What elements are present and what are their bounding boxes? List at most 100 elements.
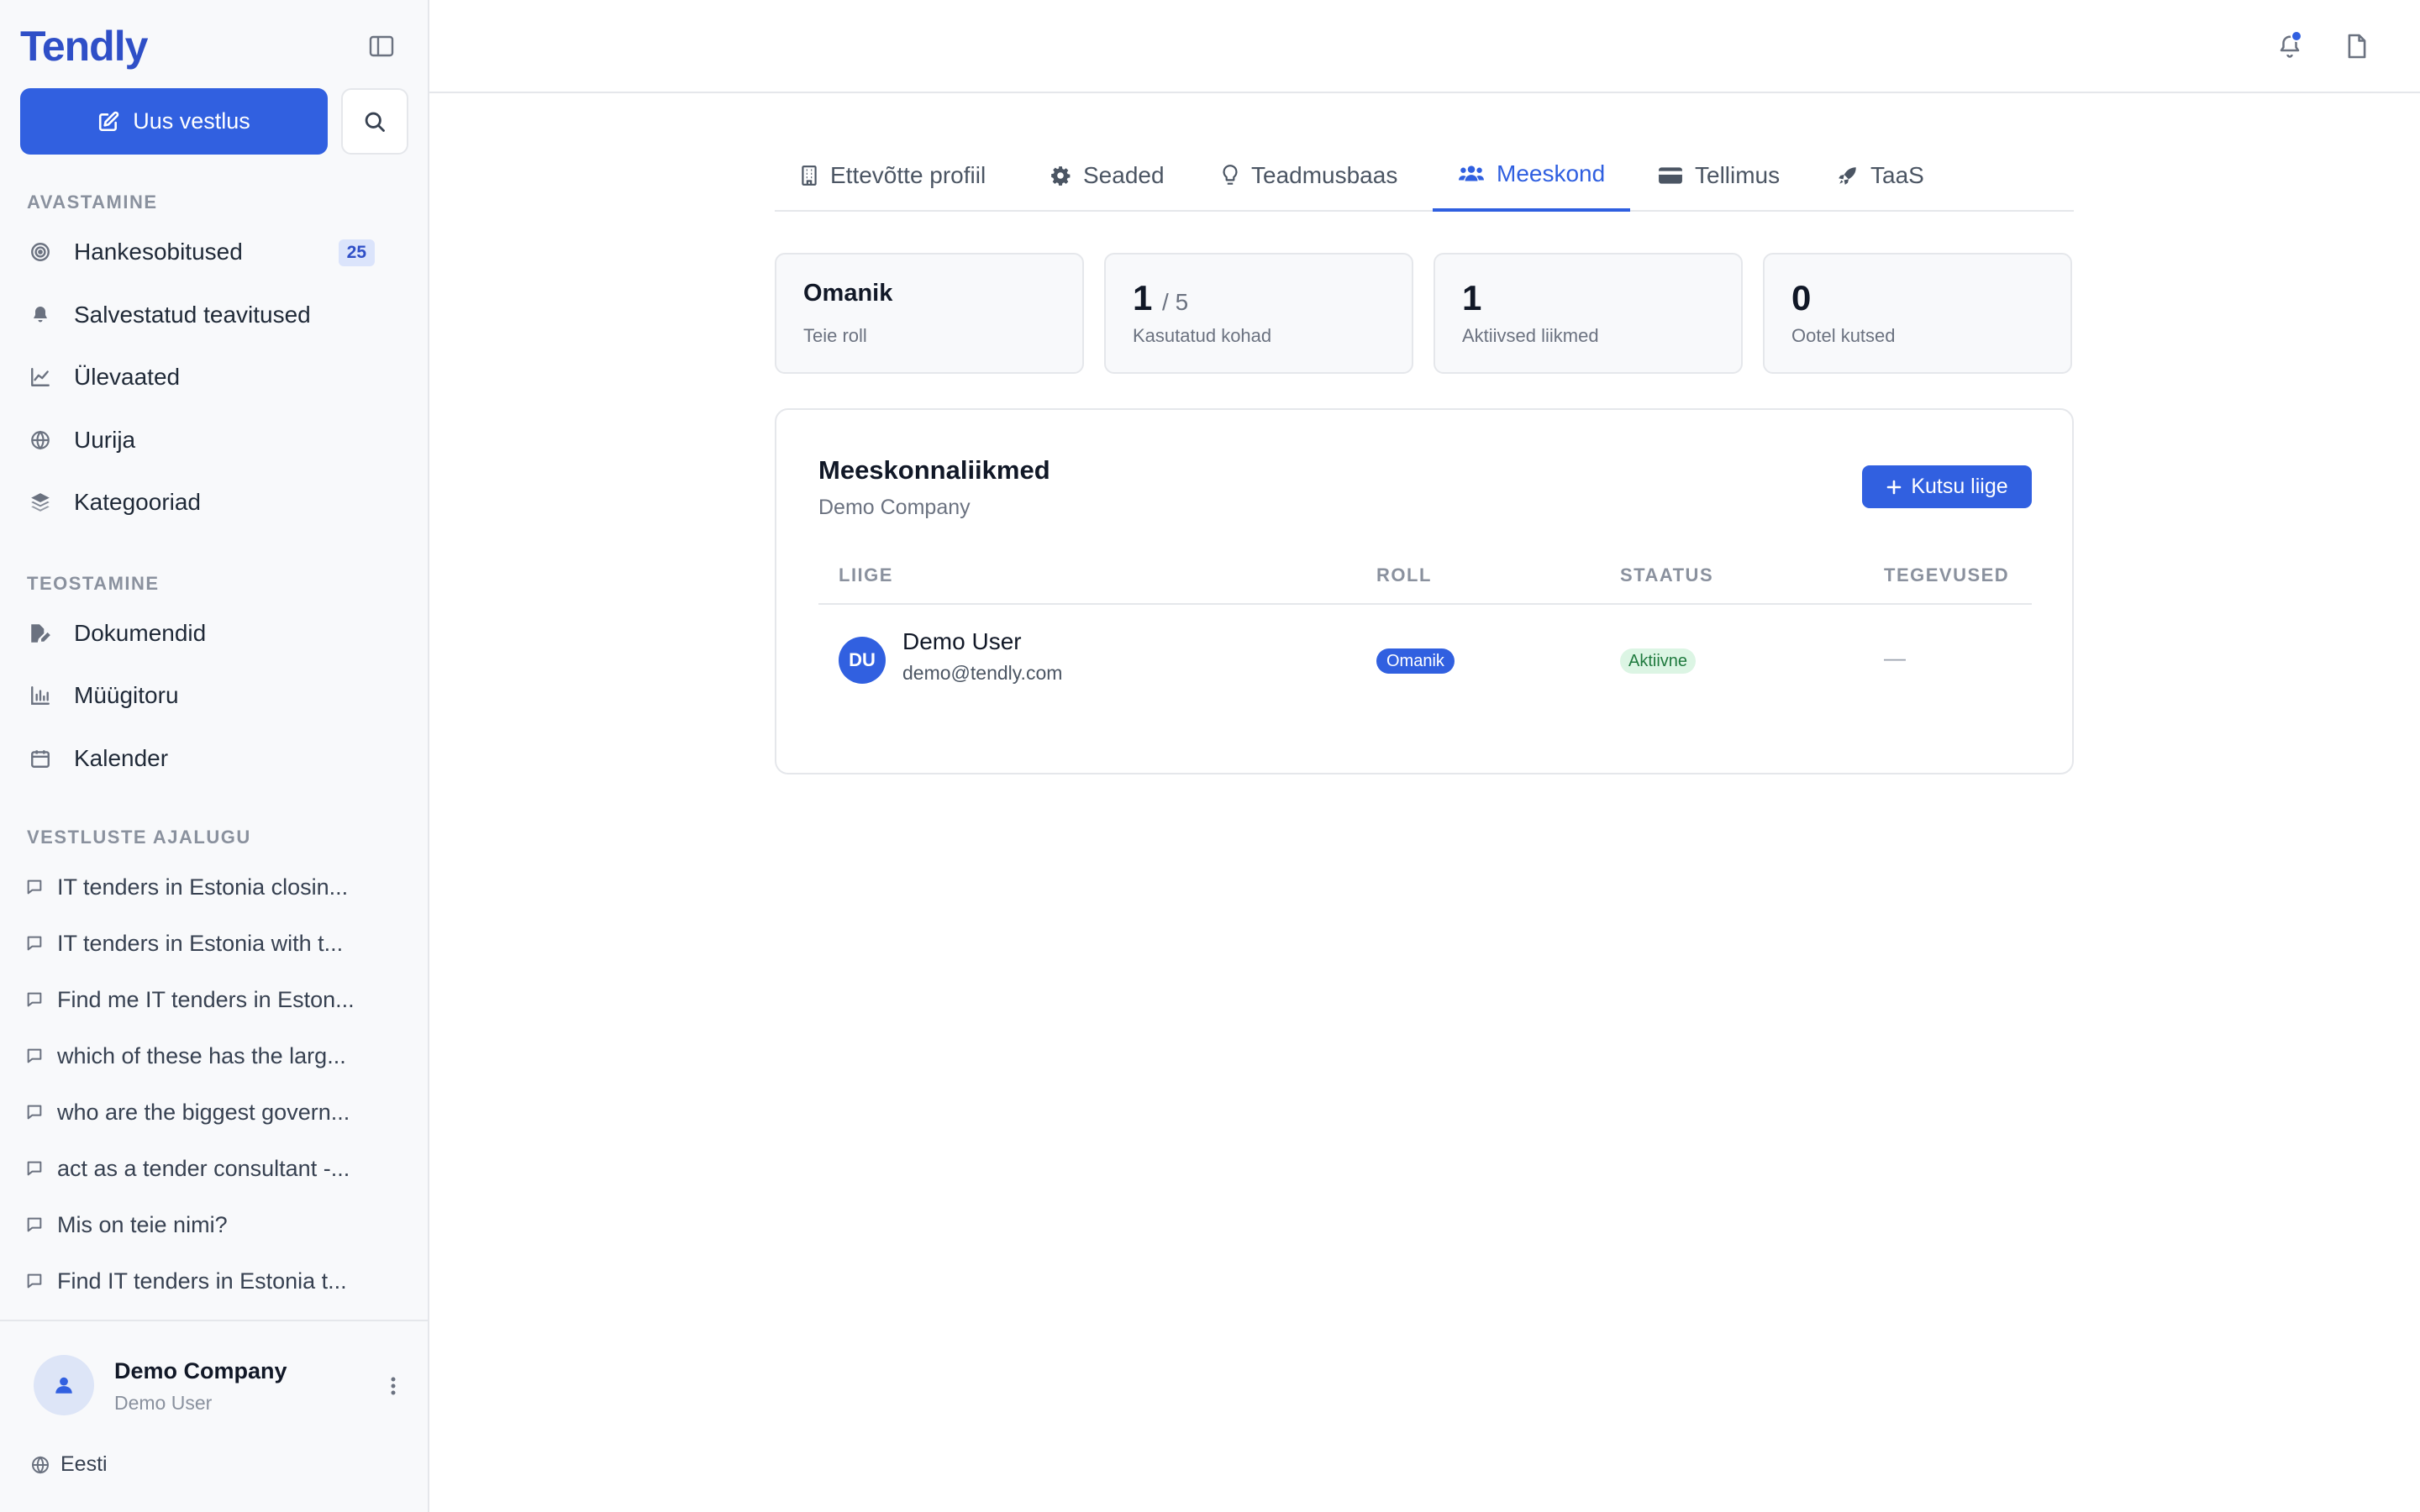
tab-label: Tellimus: [1695, 162, 1781, 188]
sidebar-item-kategooriad[interactable]: Kategooriad: [20, 476, 408, 528]
tab-label: Ettevõtte profiil: [830, 162, 986, 188]
avatar[interactable]: [34, 1355, 94, 1415]
sidebar-item-label: Ülevaated: [74, 364, 181, 390]
notification-dot: [2291, 30, 2302, 42]
globe-icon: [20, 414, 60, 466]
chat-bubble-icon: [20, 990, 49, 1009]
history-item-label: Find me IT tenders in Eston...: [57, 986, 355, 1012]
history-item[interactable]: who are the biggest govern...: [20, 1089, 408, 1135]
users-icon: [1459, 165, 1484, 181]
chat-bubble-icon: [20, 1047, 49, 1065]
chat-bubble-icon: [20, 1272, 49, 1290]
sidebar-item-label: Uurija: [74, 427, 136, 453]
status-badge: Aktiivne: [1620, 648, 1697, 674]
history-item[interactable]: Find me IT tenders in Eston...: [20, 977, 408, 1022]
chat-bubble-icon: [20, 934, 49, 953]
notifications-button[interactable]: [2269, 25, 2311, 67]
tab-company-profile[interactable]: Ettevõtte profiil: [775, 139, 1011, 212]
table-header-divider: [818, 603, 2032, 605]
sidebar-collapse-button[interactable]: [365, 32, 398, 60]
history-item[interactable]: act as a tender consultant -...: [20, 1146, 408, 1191]
edit-icon: [99, 111, 119, 131]
history-item[interactable]: Mis on teie nimi?: [20, 1202, 408, 1247]
language-label: Eesti: [60, 1452, 108, 1476]
more-vertical-icon: [391, 1377, 396, 1395]
seats-total-value: / 5: [1162, 289, 1189, 315]
panel-subtitle: Demo Company: [818, 496, 971, 519]
stat-value: 1: [1462, 278, 1482, 318]
calendar-icon: [20, 732, 60, 785]
history-item-label: Find IT tenders in Estonia t...: [57, 1268, 347, 1294]
app-logo[interactable]: Tendly: [20, 22, 148, 71]
stat-value: 1 / 5: [1133, 278, 1188, 318]
settings-tabs: Ettevõtte profiil Seaded Teadmusbaas Mee…: [775, 139, 2074, 212]
user-icon: [55, 1377, 72, 1394]
member-avatar: DU: [839, 637, 886, 684]
document-icon: [2348, 34, 2366, 59]
history-item[interactable]: Find IT tenders in Estonia t...: [20, 1258, 408, 1304]
chat-bubble-icon: [20, 1103, 49, 1121]
tab-settings[interactable]: Seaded: [1024, 139, 1190, 212]
history-item[interactable]: IT tenders in Estonia closin...: [20, 864, 408, 910]
stat-label: Teie roll: [803, 325, 867, 346]
section-title-history: VESTLUSTE AJALUGU: [27, 827, 251, 848]
team-members-panel: Meeskonnaliikmed Demo Company Kutsu liig…: [775, 408, 2074, 774]
sidebar-item-ulevaated[interactable]: Ülevaated: [20, 351, 408, 403]
member-actions-empty: —: [1884, 645, 1906, 670]
target-icon: [20, 226, 60, 278]
language-selector[interactable]: Eesti: [30, 1452, 108, 1477]
sidebar-item-kalender[interactable]: Kalender: [20, 732, 408, 785]
sidebar-item-muugitoru[interactable]: Müügitoru: [20, 669, 408, 722]
sidebar-item-label: Salvestatud teavitused: [74, 302, 311, 328]
sidebar-item-salvestatud-teavitused[interactable]: Salvestatud teavitused: [20, 289, 408, 341]
invite-member-button[interactable]: Kutsu liige: [1862, 465, 2032, 508]
tab-label: TaaS: [1870, 162, 1924, 188]
history-item-label: Mis on teie nimi?: [57, 1211, 228, 1237]
section-title-create: TEOSTAMINE: [27, 573, 160, 594]
bell-icon: [20, 289, 60, 341]
tab-subscription[interactable]: Tellimus: [1633, 139, 1805, 212]
account-menu-button[interactable]: [383, 1372, 403, 1400]
chat-bubble-icon: [20, 1215, 49, 1234]
tab-taas[interactable]: TaaS: [1812, 139, 1949, 212]
user-name: Demo User: [114, 1392, 213, 1414]
seats-used-value: 1: [1133, 278, 1153, 318]
documents-button[interactable]: [2336, 25, 2378, 67]
history-item-label: IT tenders in Estonia closin...: [57, 874, 349, 900]
stat-value: Omanik: [803, 280, 893, 307]
user-account-area: Demo Company Demo User Eesti: [0, 1320, 428, 1512]
history-item[interactable]: which of these has the larg...: [20, 1033, 408, 1079]
stat-label: Ootel kutsed: [1791, 325, 1896, 346]
sidebar: Tendly Uus vestlus AVASTAMINE Hankesobit…: [0, 0, 429, 1512]
search-icon: [365, 112, 385, 132]
sidebar-item-label: Dokumendid: [74, 620, 207, 646]
stat-card-pending-invites: 0 Ootel kutsed: [1763, 253, 2072, 374]
column-header-status: STAATUS: [1620, 564, 1714, 585]
globe-icon: [32, 1455, 49, 1474]
new-chat-button[interactable]: Uus vestlus: [20, 88, 328, 155]
history-item[interactable]: IT tenders in Estonia with t...: [20, 921, 408, 966]
company-name: Demo Company: [114, 1358, 287, 1383]
bar-chart-icon: [20, 669, 60, 722]
tab-knowledge-base[interactable]: Teadmusbaas: [1196, 139, 1423, 212]
file-edit-icon: [20, 607, 60, 659]
building-icon: [802, 165, 817, 186]
column-header-actions: TEGEVUSED: [1884, 564, 2010, 585]
sidebar-item-label: Kategooriad: [74, 489, 202, 515]
plus-icon: [1887, 480, 1902, 494]
sidebar-item-label: Müügitoru: [74, 682, 179, 708]
sidebar-item-hankesobitused[interactable]: Hankesobitused 25: [20, 226, 408, 278]
sidebar-item-label: Kalender: [74, 745, 169, 771]
column-header-role: ROLL: [1376, 564, 1432, 585]
sidebar-toggle-icon: [369, 35, 394, 57]
matches-count-badge: 25: [338, 239, 375, 266]
sidebar-item-dokumendid[interactable]: Dokumendid: [20, 607, 408, 659]
sidebar-item-uurija[interactable]: Uurija: [20, 414, 408, 466]
tab-team[interactable]: Meeskond: [1433, 139, 1631, 212]
stat-card-seats: 1 / 5 Kasutatud kohad: [1104, 253, 1413, 374]
tab-label: Meeskond: [1497, 160, 1606, 186]
search-button[interactable]: [341, 88, 408, 155]
lightbulb-icon: [1223, 165, 1238, 185]
stat-label: Aktiivsed liikmed: [1462, 325, 1599, 346]
invite-member-label: Kutsu liige: [1911, 475, 2008, 498]
